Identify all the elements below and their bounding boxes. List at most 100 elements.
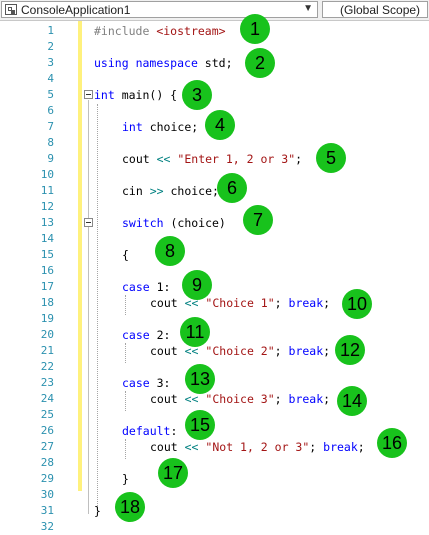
code-line-27[interactable]: cout << "Not 1, 2 or 3"; break; [150, 439, 365, 455]
indent-guide [125, 391, 126, 411]
token-include-path: <iostream> [156, 24, 226, 38]
token-keyword: namespace [135, 56, 198, 70]
token-keyword: case [122, 280, 150, 294]
token-text: 2: [149, 328, 171, 342]
token-keyword: break [323, 440, 358, 454]
line-number: 2 [47, 40, 54, 53]
token-operator: << [156, 152, 171, 166]
line-number: 20 [40, 328, 54, 341]
collapse-switch-icon[interactable] [84, 218, 93, 227]
code-line-31[interactable]: } [94, 503, 101, 519]
annotation-badge: 9 [182, 270, 212, 300]
token-keyword: using [94, 56, 129, 70]
token-text: { [122, 248, 129, 262]
code-line-13[interactable]: switch (choice) [122, 215, 226, 231]
line-number: 25 [40, 408, 54, 421]
code-line-18[interactable]: cout << "Choice 1"; break; [150, 295, 330, 311]
token-keyword: case [122, 328, 150, 342]
chevron-down-icon[interactable]: ▼ [303, 3, 313, 14]
project-dropdown[interactable]: ConsoleApplication1 ▼ [1, 1, 318, 18]
project-icon [5, 4, 17, 15]
token-keyword: break [288, 296, 324, 310]
annotation-badge: 17 [158, 458, 188, 488]
outline-switch [88, 228, 89, 482]
token-keyword: int [122, 120, 143, 134]
token-string: "Choice 1" [205, 296, 275, 310]
code-line-11[interactable]: cin >> choice; [122, 183, 219, 199]
code-line-26[interactable]: default: [122, 423, 177, 439]
token-keyword: default [122, 424, 171, 438]
annotation-badge: 15 [185, 410, 215, 440]
line-number: 21 [40, 344, 54, 357]
line-number: 27 [40, 440, 54, 453]
line-number: 16 [40, 264, 54, 277]
code-line-20[interactable]: case 2: [122, 327, 170, 343]
token-text: cout [150, 392, 185, 406]
annotation-badge: 16 [377, 428, 407, 458]
token-text: 3: [149, 376, 171, 390]
token-keyword: break [288, 344, 324, 358]
code-line-17[interactable]: case 1: [122, 279, 170, 295]
annotation-badge: 14 [337, 386, 367, 416]
line-number: 29 [40, 472, 54, 485]
line-number: 11 [40, 184, 54, 197]
token-text: cin [122, 184, 150, 198]
token-text: cout [150, 296, 185, 310]
line-number: 5 [47, 88, 54, 101]
annotation-badge: 6 [217, 173, 247, 203]
code-line-5[interactable]: int main() { [94, 87, 177, 103]
token-string: "Enter 1, 2 or 3" [177, 152, 296, 166]
token-string: "Choice 3" [205, 392, 275, 406]
line-number: 26 [40, 424, 54, 437]
token-string: "Not 1, 2 or 3" [205, 440, 310, 454]
token-text: cout [150, 344, 185, 358]
collapse-main-icon[interactable] [84, 90, 93, 99]
token-operator: >> [149, 184, 164, 198]
token-keyword: switch [122, 216, 164, 230]
line-number: 30 [40, 488, 54, 501]
line-number: 19 [40, 312, 54, 325]
annotation-badge: 13 [185, 364, 215, 394]
annotation-badge: 5 [316, 143, 346, 173]
token-string: "Choice 2" [205, 344, 275, 358]
code-line-29[interactable]: } [122, 471, 129, 487]
line-number: 10 [40, 168, 54, 181]
token-text: ; [274, 296, 289, 310]
annotation-badge: 8 [155, 236, 185, 266]
indent-guide [125, 439, 126, 459]
line-number: 17 [40, 280, 54, 293]
code-line-15[interactable]: { [122, 247, 129, 263]
code-line-7[interactable]: int choice; [122, 119, 198, 135]
line-number: 4 [47, 72, 54, 85]
token-text: } [94, 504, 101, 518]
token-text: } [122, 472, 129, 486]
line-number-gutter: 1 2 3 4 5 6 7 8 9 10 11 12 13 14 15 16 1… [0, 21, 60, 533]
code-line-3[interactable]: using namespace std; [94, 55, 233, 71]
annotation-badge: 18 [115, 492, 145, 522]
code-line-23[interactable]: case 3: [122, 375, 170, 391]
line-number: 15 [40, 248, 54, 261]
token-text: ; [323, 296, 331, 310]
token-operator: << [184, 440, 199, 454]
code-line-24[interactable]: cout << "Choice 3"; break; [150, 391, 330, 407]
line-number: 8 [47, 136, 54, 149]
code-line-9[interactable]: cout << "Enter 1, 2 or 3"; [122, 151, 302, 167]
line-number: 3 [47, 56, 54, 69]
token-operator: << [184, 392, 199, 406]
token-text: 1: [149, 280, 171, 294]
line-number: 1 [47, 24, 54, 37]
token-preprocessor: #include [94, 24, 150, 38]
change-tracking-margin [78, 21, 82, 491]
token-text: ; [274, 344, 289, 358]
line-number: 12 [40, 200, 54, 213]
code-line-21[interactable]: cout << "Choice 2"; break; [150, 343, 330, 359]
line-number: 7 [47, 120, 54, 133]
indent-guide [97, 104, 98, 508]
line-number: 18 [40, 296, 54, 309]
line-number: 23 [40, 376, 54, 389]
code-line-1[interactable]: #include <iostream> [94, 23, 226, 39]
annotation-badge: 4 [205, 110, 235, 140]
scope-dropdown[interactable]: (Global Scope) [322, 1, 428, 18]
annotation-badge: 3 [182, 80, 212, 110]
token-text: (choice) [163, 216, 226, 230]
